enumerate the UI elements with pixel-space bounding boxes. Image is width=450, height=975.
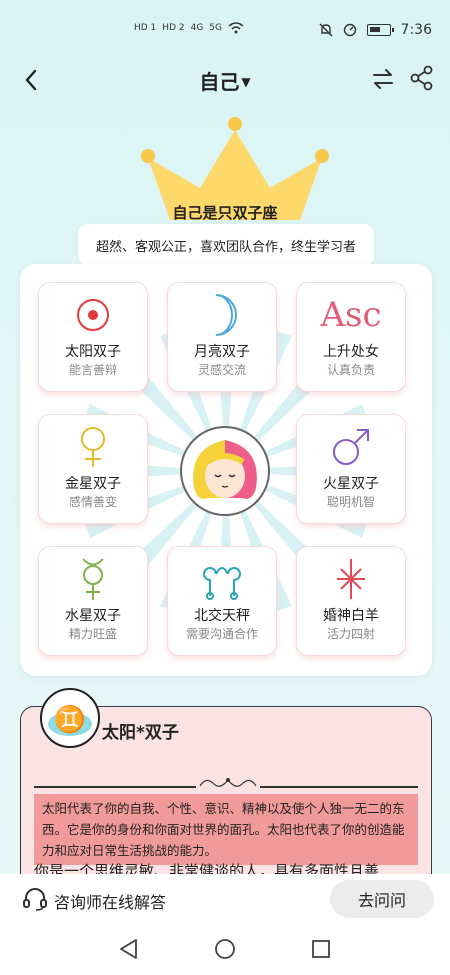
network-indicators: HD 1 HD 2 4G 5G (134, 22, 244, 34)
sun-icon (77, 299, 109, 331)
tile-name: 上升处女 (323, 344, 379, 360)
tile-desc: 聪明机智 (326, 495, 375, 509)
tile-moon[interactable]: 月亮双子 灵感交流 (167, 282, 277, 392)
planets-card: 太阳双子 能言善辩 月亮双子 灵感交流 Asc 上升处女 认真负责 金星双子 感… (20, 264, 432, 676)
tile-desc: 能言善辩 (68, 363, 117, 377)
tile-desc: 感情善变 (68, 495, 117, 509)
ask-button[interactable]: 去问问 (330, 880, 434, 918)
tile-desc: 活力四射 (326, 627, 375, 641)
mute-icon (319, 23, 333, 37)
status-bar: HD 1 HD 2 4G 5G 7:36 (0, 0, 450, 60)
tile-desc: 灵感交流 (197, 363, 246, 377)
consult-bar: 咨询师在线解答 去问问 (0, 874, 450, 924)
tile-venus[interactable]: 金星双子 感情善变 (38, 414, 148, 524)
alarm-icon (343, 23, 356, 37)
top-bar: 自己 ▼ (0, 60, 450, 100)
nav-recents-button[interactable] (310, 938, 332, 960)
tile-desc: 认真负责 (326, 363, 375, 377)
sign-tagline: 超然、客观公正，喜欢团队合作，终生学习者 (78, 224, 374, 266)
clock: 7:36 (400, 22, 432, 38)
gemini-icon: ♊ (48, 704, 92, 736)
tile-name: 婚神白羊 (323, 608, 379, 624)
consult-label[interactable]: 咨询师在线解答 (54, 889, 166, 913)
tile-mercury[interactable]: 水星双子 精力旺盛 (38, 546, 148, 656)
juno-icon (337, 559, 365, 599)
gemini-badge: ♊ (40, 688, 100, 748)
headset-icon (23, 888, 47, 911)
system-nav-bar (0, 924, 450, 975)
tile-name: 北交天秤 (194, 608, 250, 624)
avatar (180, 426, 270, 516)
tile-name: 月亮双子 (194, 344, 250, 360)
tile-name: 水星双子 (65, 608, 121, 624)
sign-headline: 自己是只双子座 (172, 204, 278, 222)
tile-north-node[interactable]: 北交天秤 需要沟通合作 (167, 546, 277, 656)
tile-juno[interactable]: 婚神白羊 活力四射 (296, 546, 406, 656)
tile-desc: 精力旺盛 (68, 627, 117, 641)
tile-desc: 需要沟通合作 (185, 627, 258, 641)
tagline-text: 超然、客观公正，喜欢团队合作，终生学习者 (95, 239, 356, 255)
tile-mars[interactable]: 火星双子 聪明机智 (296, 414, 406, 524)
detail-description: 太阳代表了你的自我、个性、意识、精神以及使个人独一无二的东西。它是你的身份和你面… (34, 794, 418, 865)
mars-icon (333, 429, 369, 465)
tile-name: 金星双子 (65, 476, 121, 492)
asc-symbol: Asc (320, 295, 382, 335)
ornament-divider (196, 778, 260, 792)
tile-sun[interactable]: 太阳双子 能言善辩 (38, 282, 148, 392)
tile-name: 火星双子 (323, 476, 379, 492)
page-title-text: 自己 (199, 70, 240, 94)
swap-arrows-icon[interactable] (370, 66, 396, 92)
mercury-icon (82, 558, 104, 600)
tile-name: 太阳双子 (65, 344, 121, 360)
wifi-icon (228, 22, 244, 34)
status-right: 7:36 (319, 22, 432, 38)
tile-ascendant[interactable]: Asc 上升处女 认真负责 (296, 282, 406, 392)
gemini-girl-avatar (193, 440, 257, 499)
svg-text:♊: ♊ (54, 704, 86, 735)
signal-4g: 4G (190, 23, 204, 33)
hd1-indicator: HD 1 (134, 23, 157, 33)
battery-icon (366, 24, 394, 36)
moon-icon (215, 294, 237, 336)
hd2-indicator: HD 2 (162, 23, 185, 33)
detail-title: 太阳*双子 (102, 723, 179, 743)
venus-icon (81, 427, 105, 467)
nav-home-button[interactable] (214, 938, 236, 960)
caret-down-icon: ▼ (241, 75, 251, 89)
nav-back-button[interactable] (118, 938, 140, 960)
north-node-icon (203, 567, 241, 600)
signal-5g: 5G (209, 23, 222, 33)
share-icon[interactable] (408, 64, 436, 92)
